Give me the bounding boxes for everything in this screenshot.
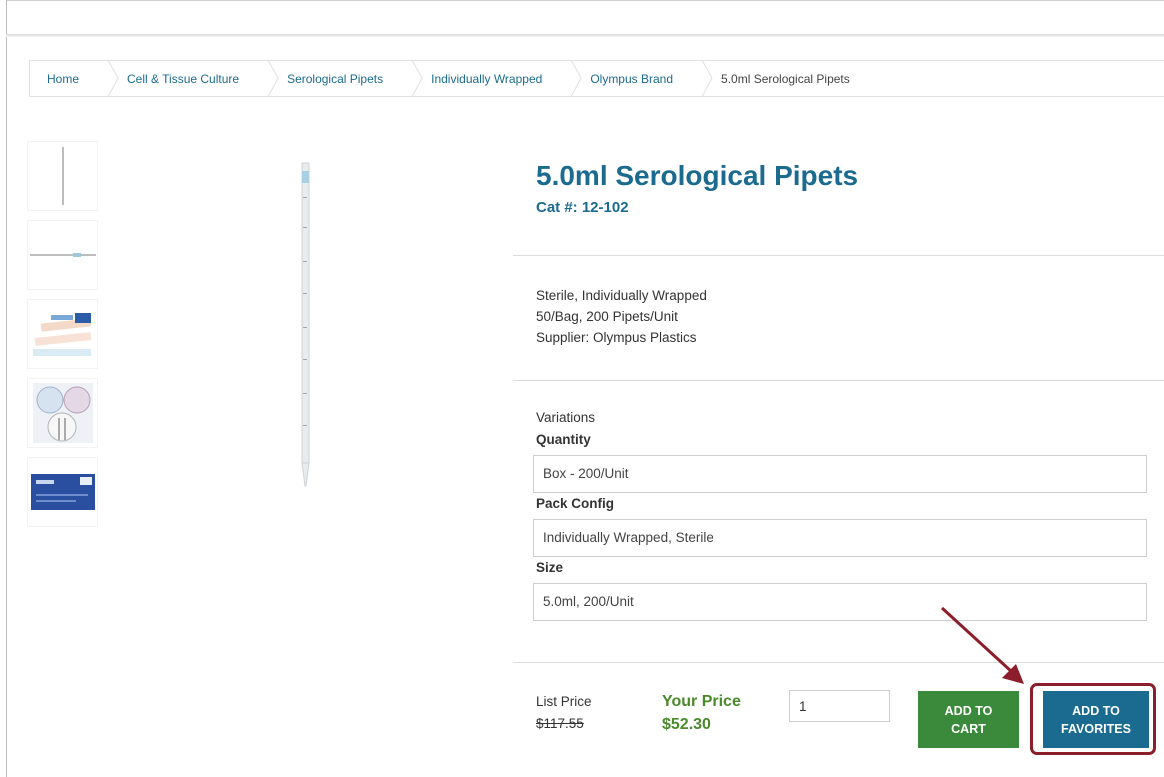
- thumbnail-box[interactable]: [27, 457, 98, 527]
- button-label: CART: [951, 721, 986, 736]
- thumbnail-pipet-vertical[interactable]: [27, 141, 98, 211]
- pack-config-select[interactable]: Individually Wrapped, Sterile: [533, 519, 1147, 557]
- pipet-horizontal-image: [29, 253, 96, 257]
- button-label: ADD TO: [944, 703, 993, 718]
- thumbnail-infographic[interactable]: [27, 378, 98, 448]
- breadcrumb-label: Individually Wrapped: [431, 71, 543, 86]
- breadcrumb-olympus-brand[interactable]: Olympus Brand: [560, 60, 713, 97]
- infographic-image: [32, 383, 93, 443]
- thumbnail-packaging[interactable]: [27, 299, 98, 369]
- breadcrumb-individually-wrapped[interactable]: Individually Wrapped: [401, 60, 582, 97]
- breadcrumb-label: Olympus Brand: [590, 71, 674, 86]
- divider: [513, 255, 1164, 256]
- option-label-size: Size: [536, 560, 564, 575]
- arrow-icon: [940, 606, 1024, 684]
- breadcrumb-label: Serological Pipets: [287, 71, 384, 86]
- breadcrumb-current: 5.0ml Serological Pipets: [691, 61, 868, 96]
- pipet-image: [301, 162, 310, 487]
- product-title: 5.0ml Serological Pipets: [536, 160, 859, 191]
- thumbnail-pipet-horizontal[interactable]: [27, 220, 98, 290]
- divider: [513, 662, 1164, 663]
- add-to-cart-button[interactable]: ADD TO CART: [918, 691, 1019, 748]
- size-select[interactable]: 5.0ml, 200/Unit: [533, 583, 1147, 621]
- header-divider: [6, 34, 1164, 37]
- pipet-thumbnail-image: [61, 147, 64, 205]
- breadcrumb-serological-pipets[interactable]: Serological Pipets: [257, 60, 423, 97]
- thumbnail-list: [27, 141, 98, 536]
- divider: [513, 380, 1164, 381]
- option-label-pack-config: Pack Config: [536, 496, 615, 511]
- quantity-select[interactable]: Box - 200/Unit: [533, 455, 1147, 493]
- highlight-box: [1030, 683, 1156, 755]
- breadcrumb-label: Cell & Tissue Culture: [127, 71, 240, 86]
- list-price-label: List Price: [536, 694, 592, 709]
- breadcrumb-label: Home: [47, 71, 80, 86]
- description-line: 50/Bag, 200 Pipets/Unit: [536, 309, 678, 324]
- product-main-image: [124, 141, 487, 504]
- product-description: Sterile, Individually Wrapped 50/Bag, 20…: [536, 285, 707, 348]
- catalog-number: Cat #: 12-102: [536, 199, 629, 216]
- your-price-value: $52.30: [662, 716, 711, 733]
- packaging-image: [32, 313, 91, 356]
- breadcrumb-home[interactable]: Home: [30, 60, 119, 97]
- description-line: Supplier: Olympus Plastics: [536, 330, 697, 345]
- list-price-value: $117.55: [536, 716, 584, 731]
- description-line: Sterile, Individually Wrapped: [536, 288, 707, 303]
- breadcrumb: Home Cell & Tissue Culture Serological P…: [29, 60, 1164, 97]
- box-image: [30, 474, 95, 510]
- breadcrumb-label: 5.0ml Serological Pipets: [721, 71, 850, 86]
- breadcrumb-cell-tissue-culture[interactable]: Cell & Tissue Culture: [97, 60, 279, 97]
- variations-heading: Variations: [536, 410, 596, 425]
- option-label-quantity: Quantity: [536, 432, 591, 447]
- your-price-label: Your Price: [662, 693, 741, 710]
- quantity-input[interactable]: 1: [789, 690, 890, 722]
